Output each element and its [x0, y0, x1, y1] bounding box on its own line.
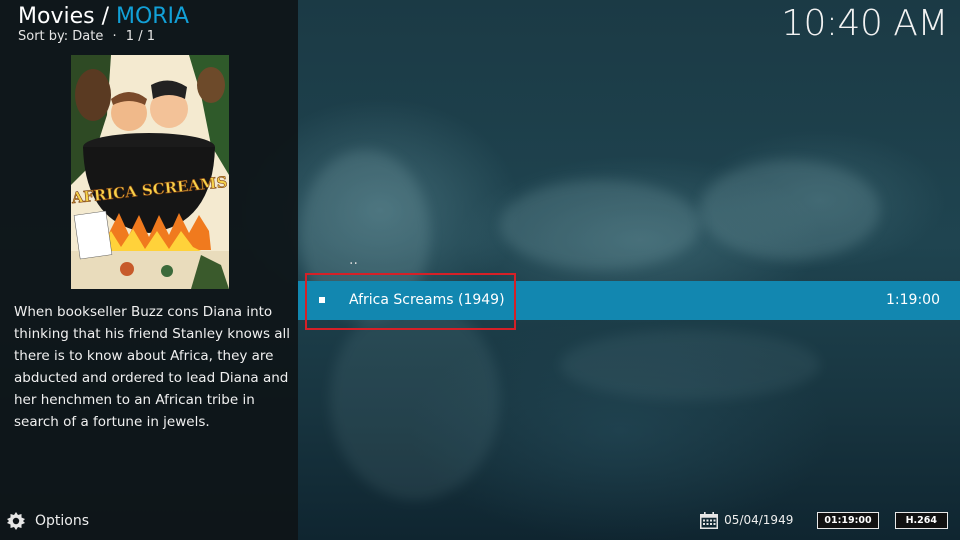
sort-label[interactable]: Sort by: Date	[18, 29, 103, 44]
media-library-screen: Movies / MORIA Sort by: Date · 1 / 1 AFR…	[0, 0, 960, 540]
list-item[interactable]: Africa Screams (1949) 1:19:00	[298, 281, 960, 320]
list-item-duration: 1:19:00	[886, 292, 940, 308]
calendar-icon	[700, 511, 719, 529]
gear-icon	[7, 512, 25, 530]
page-count: 1 / 1	[125, 29, 155, 44]
selection-bullet-icon	[319, 297, 325, 303]
media-info-bar: 05/04/1949 01:19:00 H.264	[700, 510, 948, 530]
movie-poster: AFRICA SCREAMS	[71, 55, 229, 289]
info-panel: Movies / MORIA Sort by: Date · 1 / 1 AFR…	[0, 0, 298, 540]
parent-folder-item[interactable]: ..	[349, 252, 358, 268]
options-label: Options	[35, 513, 90, 529]
duration-badge: 01:19:00	[817, 511, 879, 529]
source-title: MORIA	[115, 4, 190, 29]
sort-info: Sort by: Date · 1 / 1	[18, 28, 155, 45]
release-date: 05/04/1949	[724, 513, 794, 527]
section-title: Movies /	[18, 4, 116, 29]
plot-summary: When bookseller Buzz cons Diana into thi…	[14, 304, 291, 430]
clock: 10:40 AM	[781, 3, 948, 44]
list-item-title: Africa Screams (1949)	[349, 292, 505, 308]
page-title: Movies / MORIA	[18, 3, 189, 31]
codec-badge: H.264	[894, 511, 948, 529]
options-button[interactable]: Options	[7, 511, 89, 531]
sort-separator: ·	[112, 29, 117, 44]
